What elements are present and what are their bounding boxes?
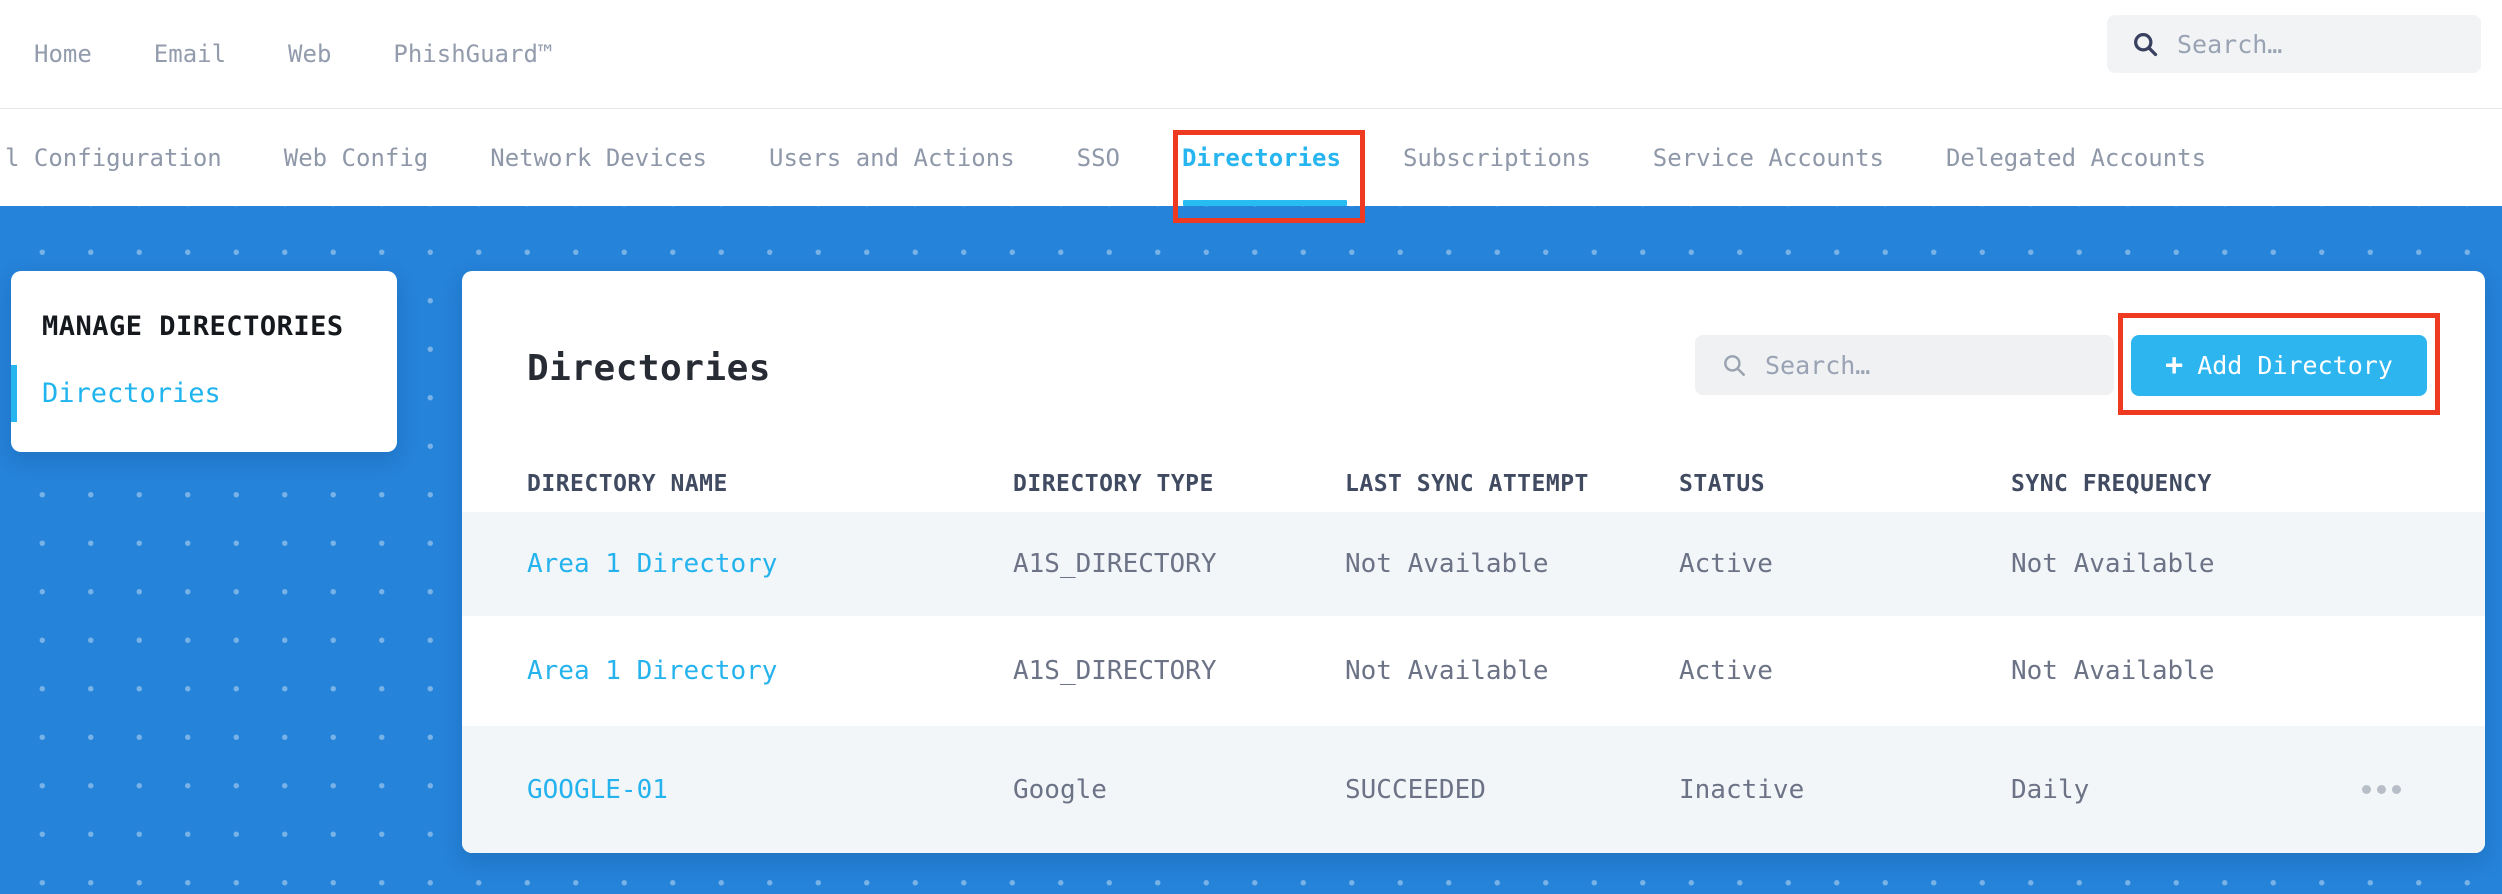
plus-icon: +: [2165, 347, 2184, 383]
directories-search-input[interactable]: [1747, 335, 2114, 395]
panel-title: MANAGE DIRECTORIES: [42, 311, 344, 342]
directory-type-cell: A1S_DIRECTORY: [1013, 656, 1217, 686]
last-sync-cell: Not Available: [1345, 656, 1549, 686]
subnav-item-subscriptions[interactable]: Subscriptions: [1403, 109, 1591, 206]
table-row: GOOGLE-01 Google SUCCEEDED Inactive Dail…: [462, 726, 2485, 853]
search-icon: [1724, 355, 1745, 376]
settings-sub-nav: l Configuration Web Config Network Devic…: [0, 108, 2502, 206]
row-menu-ellipsis-icon[interactable]: [2362, 785, 2401, 794]
nav-item-phishguard[interactable]: PhishGuard™: [393, 40, 552, 68]
active-item-bar: [11, 365, 17, 422]
subnav-item-service-accounts[interactable]: Service Accounts: [1653, 109, 1884, 206]
nav-item-web[interactable]: Web: [288, 40, 331, 68]
column-header-directory-name: DIRECTORY NAME: [527, 470, 728, 497]
sidebar-item-label: Directories: [42, 378, 221, 409]
last-sync-cell: Not Available: [1345, 549, 1549, 579]
directories-table: DIRECTORY NAME DIRECTORY TYPE LAST SYNC …: [462, 455, 2485, 853]
table-header-row: DIRECTORY NAME DIRECTORY TYPE LAST SYNC …: [462, 455, 2485, 512]
subnav-item-users-and-actions[interactable]: Users and Actions: [769, 109, 1015, 206]
sync-frequency-cell: Not Available: [2011, 549, 2215, 579]
subnav-item-web-config[interactable]: Web Config: [284, 109, 429, 206]
top-bar: Home Email Web PhishGuard™: [0, 0, 2502, 108]
table-row: Area 1 Directory A1S_DIRECTORY Not Avail…: [462, 616, 2485, 726]
status-cell: Active: [1679, 656, 1773, 686]
workspace-background: MANAGE DIRECTORIES Directories Directori…: [0, 206, 2502, 894]
directory-type-cell: A1S_DIRECTORY: [1013, 549, 1217, 579]
subnav-item-email-configuration[interactable]: l Configuration: [5, 109, 222, 206]
sync-frequency-cell: Not Available: [2011, 656, 2215, 686]
subnav-item-network-devices[interactable]: Network Devices: [490, 109, 707, 206]
subnav-item-sso[interactable]: SSO: [1077, 109, 1120, 206]
column-header-status: STATUS: [1679, 470, 1766, 497]
column-header-last-sync-attempt: LAST SYNC ATTEMPT: [1345, 470, 1589, 497]
search-icon: [2134, 33, 2158, 57]
status-cell: Inactive: [1679, 774, 1805, 805]
directory-name-link[interactable]: GOOGLE-01: [527, 775, 1013, 805]
directories-card: Directories + Add Directory DIRECTORY NA…: [462, 271, 2485, 853]
add-directory-button[interactable]: + Add Directory: [2131, 335, 2427, 396]
table-row: Area 1 Directory A1S_DIRECTORY Not Avail…: [462, 512, 2485, 616]
directory-name-link[interactable]: Area 1 Directory: [527, 549, 1013, 579]
primary-nav: Home Email Web PhishGuard™: [34, 0, 552, 108]
column-header-directory-type: DIRECTORY TYPE: [1013, 470, 1214, 497]
nav-item-email[interactable]: Email: [154, 40, 226, 68]
sync-frequency-cell: Daily: [2011, 774, 2090, 805]
directory-type-cell: Google: [1013, 774, 1107, 805]
add-directory-button-label: Add Directory: [2197, 351, 2393, 380]
manage-directories-panel: MANAGE DIRECTORIES Directories: [11, 271, 397, 452]
global-search-input[interactable]: [2159, 15, 2495, 73]
subnav-item-directories-label: Directories: [1182, 143, 1341, 172]
subnav-item-delegated-accounts[interactable]: Delegated Accounts: [1946, 109, 2206, 206]
admin-console: Home Email Web PhishGuard™ l Configurati…: [0, 0, 2502, 894]
sidebar-item-directories[interactable]: Directories: [11, 365, 397, 422]
subnav-item-directories[interactable]: Directories: [1182, 109, 1347, 206]
directories-search: [1695, 335, 2114, 395]
status-cell: Active: [1679, 549, 1773, 579]
nav-item-home[interactable]: Home: [34, 40, 92, 68]
last-sync-cell: SUCCEEDED: [1345, 774, 1486, 805]
directory-name-link[interactable]: Area 1 Directory: [527, 656, 1013, 686]
page-title: Directories: [527, 348, 771, 389]
card-header: Directories + Add Directory: [462, 271, 2485, 455]
column-header-sync-frequency: SYNC FREQUENCY: [2011, 470, 2212, 497]
global-search: [2107, 15, 2495, 73]
